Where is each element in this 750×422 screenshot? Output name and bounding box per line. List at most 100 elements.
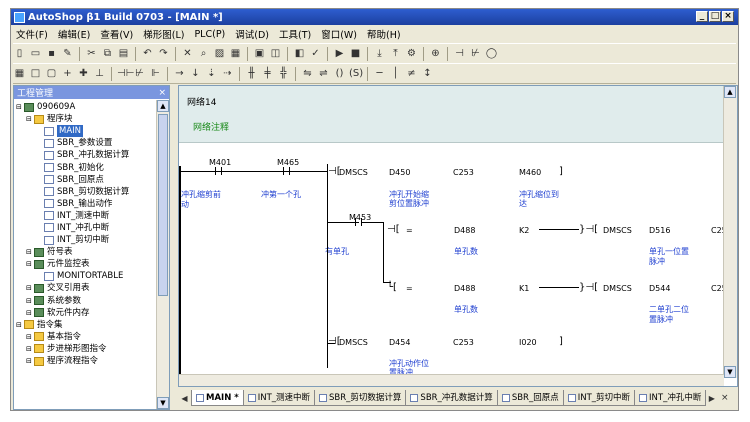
ladder-text[interactable]: I020 [519,338,537,347]
close-button[interactable]: × [722,11,734,22]
menu-item[interactable]: 帮助(H) [362,27,406,41]
parallel2-icon[interactable]: ╪ [261,67,274,80]
expand-icon[interactable]: ⊟ [16,101,24,113]
tree-node-14[interactable]: MONITORTABLE [16,270,154,282]
ladder-text[interactable]: M465 [277,158,299,167]
tree-node-2[interactable]: MAIN [16,125,154,138]
coil-set-icon[interactable]: (S) [349,67,363,80]
cut-icon[interactable]: ✂ [85,47,98,60]
menu-item[interactable]: 文件(F) [11,27,53,41]
tree-node-5[interactable]: SBR_初始化 [16,161,154,173]
ladder-text[interactable]: 剪位置脉冲 [389,198,429,209]
invert2-icon[interactable]: ⇌ [317,67,330,80]
tab-scroll-right-icon[interactable]: ▶ [705,392,718,405]
copy-icon[interactable]: ⧉ [101,47,114,60]
redo-icon[interactable]: ↷ [157,47,170,60]
tree-node-9[interactable]: INT_测速中断 [16,210,154,222]
tree-node-15[interactable]: ⊟ 交叉引用表 [16,282,154,294]
expand-icon[interactable]: ⊟ [26,343,34,355]
expand-icon[interactable]: ⊟ [26,113,34,125]
ladder-editor[interactable]: 网络14 网络注释 M401 M465 冲孔缩剪前动冲第一个孔 DMSCS D450 C2… [178,85,738,387]
contact-no-icon[interactable]: ⊣⊢ [117,67,134,80]
upload-icon[interactable]: ⤒ [389,47,402,60]
ladder-text[interactable]: 单孔数 [454,304,478,315]
ladder-text[interactable]: DMSCS [603,226,632,235]
new-icon[interactable]: ▯ [13,47,26,60]
maximize-button[interactable]: □ [709,11,721,22]
expand-icon[interactable]: ⊟ [26,331,34,343]
menu-item[interactable]: 编辑(E) [53,27,95,41]
ladder-text[interactable]: C253 [453,168,474,177]
split-icon[interactable]: ⊥ [93,67,106,80]
ladder-text[interactable]: DMSCS [339,338,368,347]
parallel-icon[interactable]: ╫ [245,67,258,80]
tab-4[interactable]: SBR_回原点 [496,390,564,406]
print-icon[interactable]: ▦ [229,47,242,60]
parallel3-icon[interactable]: ╬ [277,67,290,80]
expand-icon[interactable]: ⊟ [26,282,34,294]
tree-node-3[interactable]: SBR_参数设置 [16,137,154,149]
ladder-text[interactable]: D454 [389,338,410,347]
tab-5[interactable]: INT_剪切中断 [562,390,636,406]
ladder-text[interactable]: 达 [519,198,527,209]
arrow-right2-icon[interactable]: ⇢ [221,67,234,80]
zoom-icon[interactable]: ⊕ [429,47,442,60]
contact-nc-icon[interactable]: ⊬ [469,47,482,60]
not-icon[interactable]: ≠ [405,67,418,80]
arrow-down-icon[interactable]: ↓ [189,67,202,80]
ladder-text[interactable]: D488 [454,226,475,235]
compile-icon[interactable]: ◧ [293,47,306,60]
invert-icon[interactable]: ⇋ [301,67,314,80]
coil-icon[interactable]: ◯ [485,47,498,60]
tree-node-19[interactable]: ⊟ 基本指令 [16,331,154,343]
window-icon[interactable]: ◫ [269,47,282,60]
tab-6[interactable]: INT_冲孔中断 [634,390,707,406]
expand-icon[interactable]: ⊟ [26,355,34,367]
save-icon[interactable]: ▪ [45,47,58,60]
tab-3[interactable]: SBR_冲孔数据计算 [405,390,498,406]
tree-node-6[interactable]: SBR_回原点 [16,174,154,186]
tree-node-16[interactable]: ⊟ 系统参数 [16,295,154,307]
ladder-text[interactable]: M401 [209,158,231,167]
tree-node-4[interactable]: SBR_冲孔数据计算 [16,149,154,161]
edit-icon[interactable]: ✎ [61,47,74,60]
paste-icon[interactable]: ▤ [117,47,130,60]
ladder-text[interactable]: 置脉冲 [649,314,673,325]
contact-icon[interactable]: ⊣ [453,47,466,60]
ladder-text[interactable]: 单孔数 [454,246,478,257]
contact-nc2-icon[interactable]: ⊬ [133,67,146,80]
ladder-text[interactable]: D450 [389,168,410,177]
monitor-icon[interactable]: ▣ [253,47,266,60]
panel-close-icon[interactable]: × [158,88,166,98]
scroll-up-icon[interactable]: ▲ [724,86,736,98]
tree-node-21[interactable]: ⊟ 程序流程指令 [16,355,154,367]
open-icon[interactable]: ▭ [29,47,42,60]
ladder-text[interactable]: D488 [454,284,475,293]
print-preview-icon[interactable]: ▨ [213,47,226,60]
tree-node-12[interactable]: ⊟ 符号表 [16,246,154,258]
tab-2[interactable]: SBR_剪切数据计算 [314,390,407,406]
tree-node-8[interactable]: SBR_输出动作 [16,198,154,210]
network-comment[interactable]: 网络注释 [193,120,229,133]
check-icon[interactable]: ✓ [309,47,322,60]
tree-node-0[interactable]: ⊟ 090609A [16,101,154,113]
delete-icon[interactable]: ✕ [181,47,194,60]
ladder-text[interactable]: M460 [519,168,541,177]
menu-item[interactable]: 窗口(W) [316,27,362,41]
ladder-text[interactable]: = [406,226,413,235]
arrow-down2-icon[interactable]: ⇣ [205,67,218,80]
menu-item[interactable]: PLC(P) [189,29,230,40]
panel-scrollbar[interactable]: ▲ ▼ [156,100,169,409]
menu-item[interactable]: 调试(D) [230,27,274,41]
find-icon[interactable]: ⌕ [197,47,210,60]
line-h-icon[interactable]: ─ [373,67,386,80]
ladder-text[interactable]: C253 [453,338,474,347]
tree-node-13[interactable]: ⊟ 元件监控表 [16,258,154,270]
ladder-text[interactable]: D516 [649,226,670,235]
tree-node-17[interactable]: ⊟ 软元件内存 [16,307,154,319]
ladder-text[interactable]: 有单孔 [325,246,349,257]
menu-item[interactable]: 查看(V) [95,27,138,41]
scroll-down-icon[interactable]: ▼ [724,366,736,378]
expand-icon[interactable]: ⊟ [26,258,34,270]
tab-scroll-left-icon[interactable]: ◀ [178,392,191,405]
